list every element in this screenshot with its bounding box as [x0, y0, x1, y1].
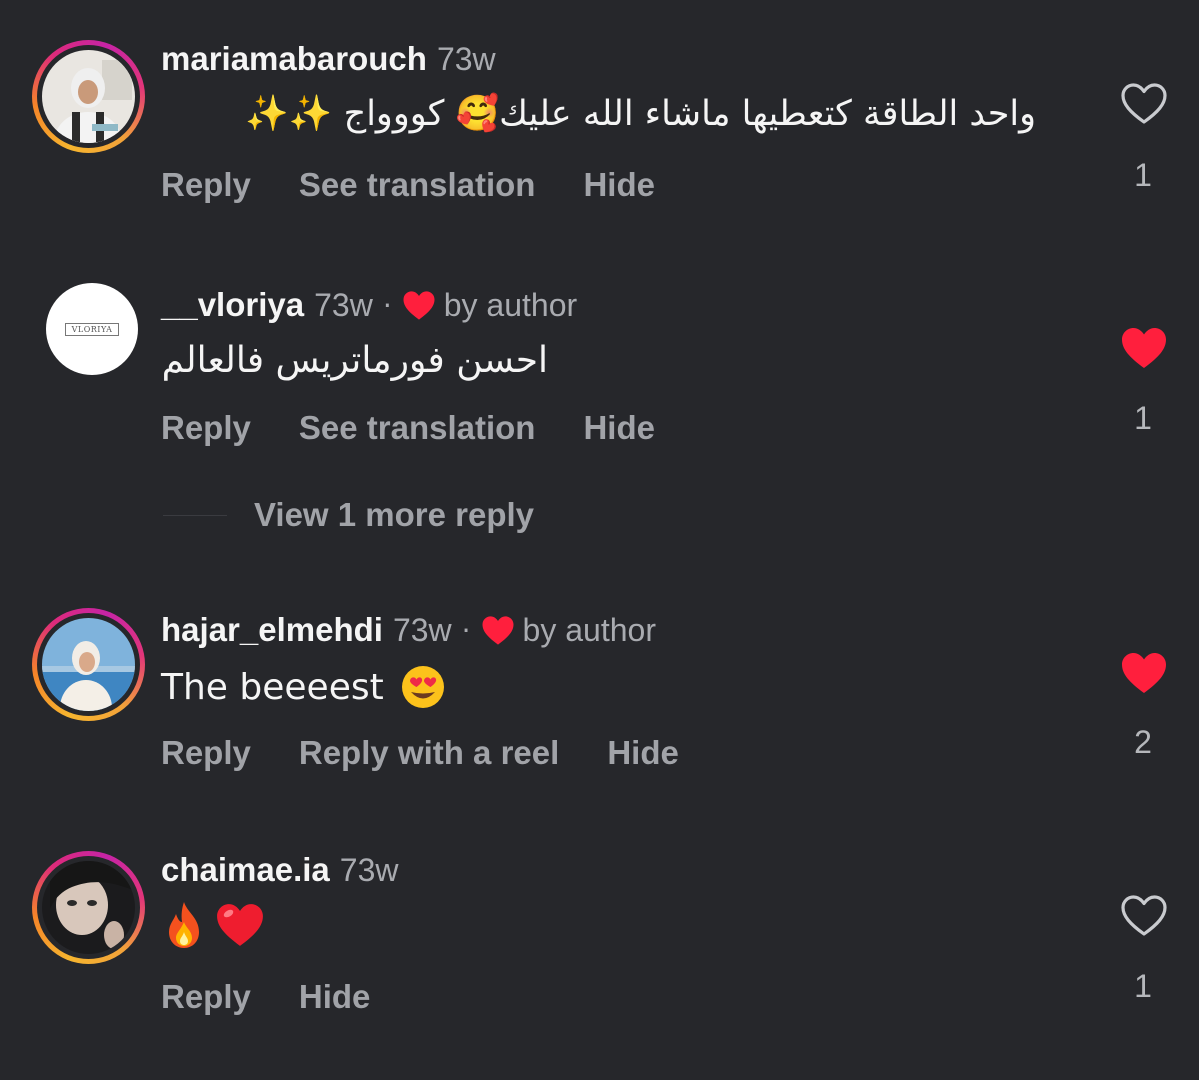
- like-count: 1: [1134, 968, 1152, 1004]
- username[interactable]: chaimae.ia: [161, 851, 330, 889]
- heart-outline-icon[interactable]: [1120, 894, 1168, 938]
- avatar[interactable]: [32, 851, 145, 964]
- timestamp: 73w: [339, 851, 399, 888]
- reply-button[interactable]: Reply: [161, 978, 251, 1016]
- comment-actions: Reply Hide: [161, 978, 418, 1016]
- avatar-photo: [42, 861, 135, 954]
- red-heart-emoji-icon: [217, 904, 263, 946]
- comment-item: chaimae.ia 73w Reply Hide 1: [0, 0, 1199, 1060]
- comment-text-row: [161, 900, 265, 950]
- fire-emoji-icon: [169, 902, 199, 948]
- hide-button[interactable]: Hide: [299, 978, 371, 1016]
- comment-header: chaimae.ia 73w: [161, 851, 398, 889]
